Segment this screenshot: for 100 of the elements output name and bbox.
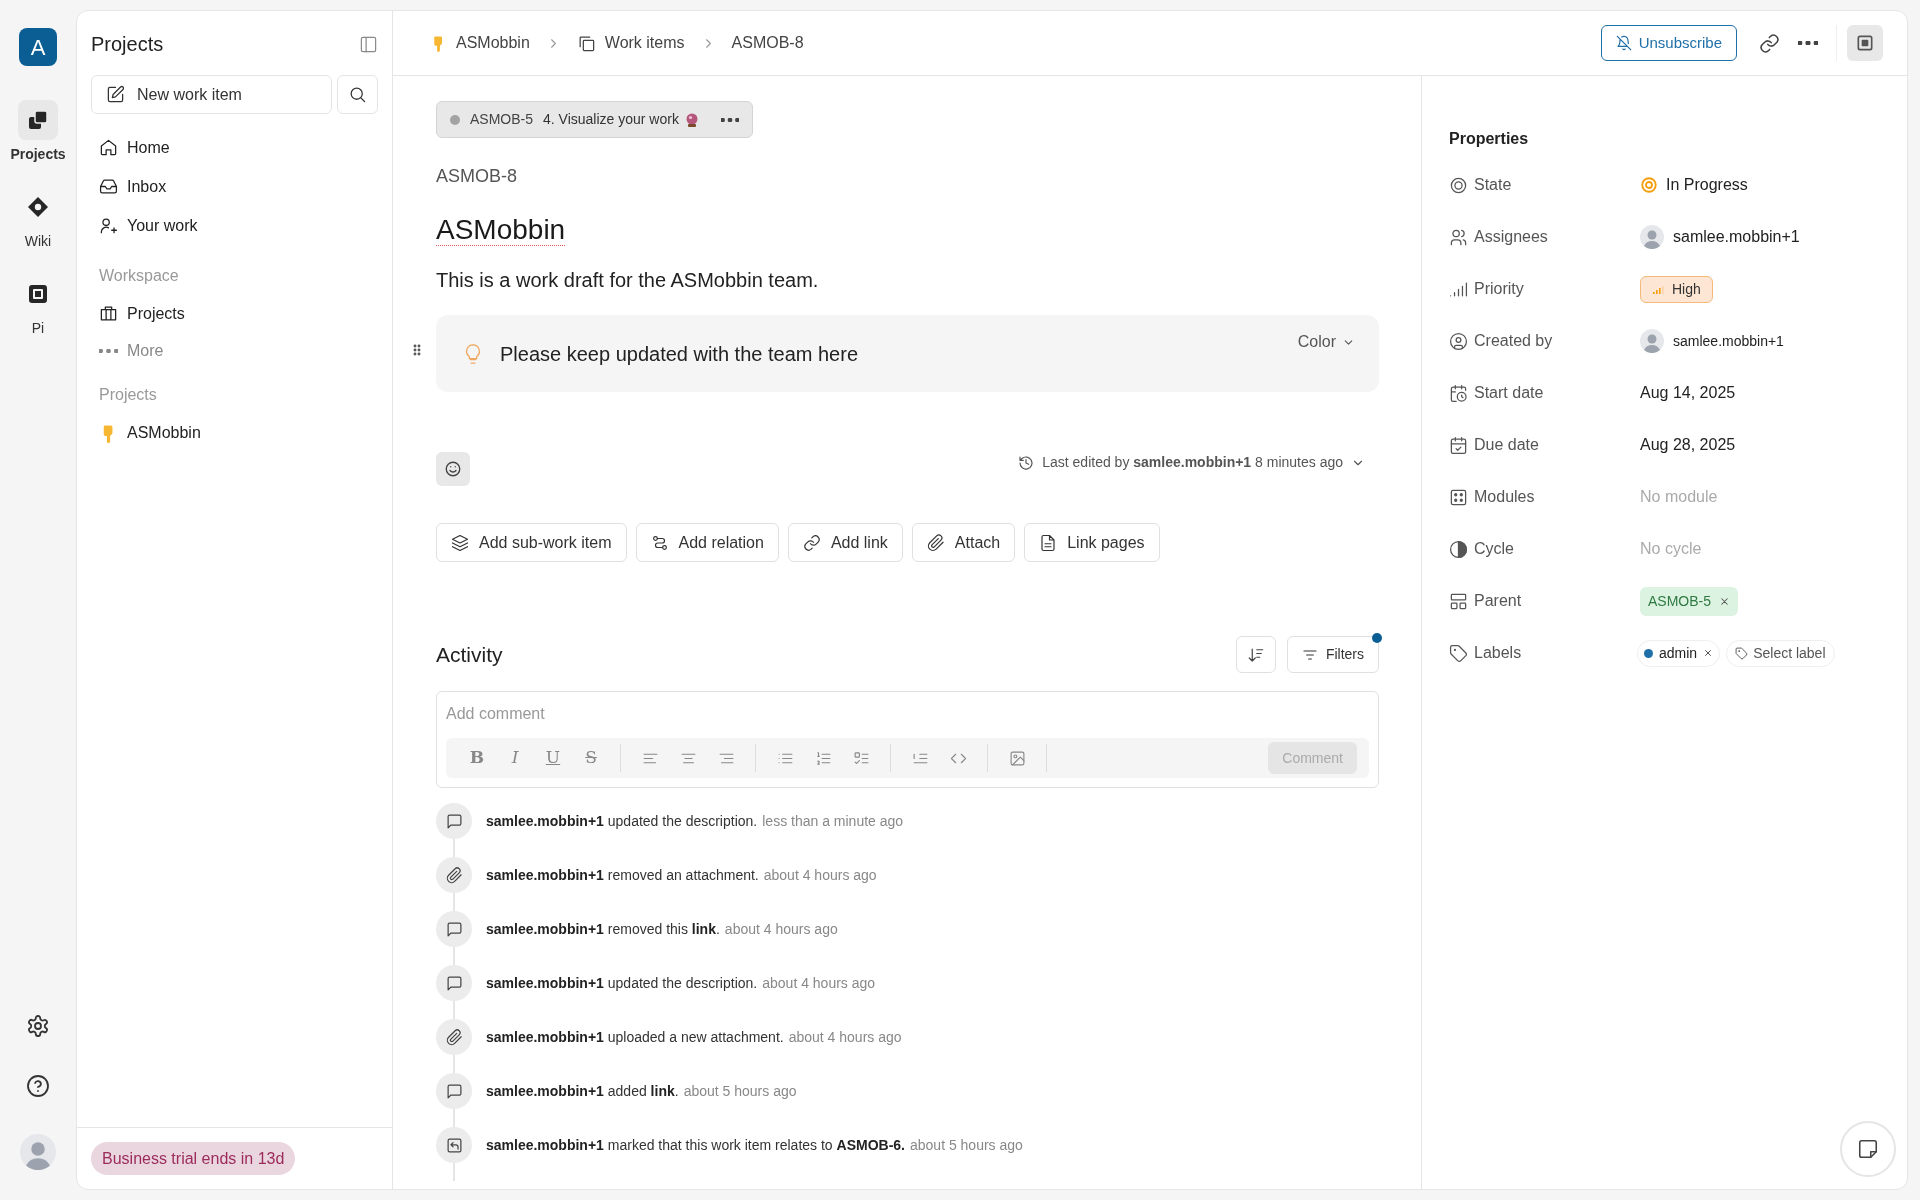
property-label: Priority xyxy=(1474,279,1524,299)
state-icon xyxy=(1449,175,1468,195)
crystal-ball-icon xyxy=(684,112,699,127)
sidebar-nav-item[interactable]: More xyxy=(91,332,378,369)
relation-icon xyxy=(445,1136,463,1154)
property-label: Created by xyxy=(1474,331,1553,351)
breadcrumb-link[interactable]: Work items xyxy=(576,31,685,55)
briefcase-icon xyxy=(99,304,118,323)
collapse-sidebar-button[interactable] xyxy=(359,34,378,54)
action-button[interactable]: Attach xyxy=(911,523,1016,562)
sidebar-nav-item[interactable]: Projects xyxy=(91,295,378,332)
half-circle-icon xyxy=(1449,539,1468,559)
checklist-icon xyxy=(852,749,870,767)
home-icon xyxy=(99,138,118,157)
smiley-icon xyxy=(444,460,462,478)
date-picker[interactable]: Aug 28, 2025 xyxy=(1640,433,1736,457)
activity-text: samlee.mobbin+1 marked that this work item relates to ASMOB-6. xyxy=(486,1135,905,1155)
activity-text: samlee.mobbin+1 updated the description. xyxy=(486,811,758,831)
workspace-logo[interactable]: A xyxy=(19,28,57,66)
sidebar-nav-item[interactable]: Inbox xyxy=(91,167,378,206)
avatar xyxy=(1640,225,1664,249)
date-picker[interactable]: Aug 14, 2025 xyxy=(1640,381,1736,405)
new-work-item-button[interactable]: New work item xyxy=(91,75,332,114)
search-button[interactable] xyxy=(337,75,378,114)
add-reaction-button[interactable] xyxy=(436,452,470,486)
sidebar-nav-item[interactable]: Home xyxy=(91,128,378,167)
speech-bubble-icon xyxy=(445,920,463,938)
activity-text: samlee.mobbin+1 updated the description. xyxy=(486,973,758,993)
rail-nav-label: Projects xyxy=(10,145,66,164)
section-heading: Projects xyxy=(99,385,157,405)
more-button[interactable] xyxy=(720,117,739,122)
property-label: Due date xyxy=(1474,435,1539,455)
properties-title: Properties xyxy=(1449,129,1529,149)
filters-button[interactable]: Filters xyxy=(1286,636,1379,673)
help-icon xyxy=(26,1074,50,1098)
rail-nav-button[interactable] xyxy=(18,100,58,140)
square-icon xyxy=(1855,33,1875,53)
action-button[interactable]: Link pages xyxy=(1024,523,1160,562)
action-button[interactable]: Add relation xyxy=(635,523,779,562)
unsubscribe-button[interactable]: Unsubscribe xyxy=(1600,25,1737,61)
user-dropdown[interactable]: samlee.mobbin+1 xyxy=(1640,329,1784,353)
bell-off-icon xyxy=(1615,35,1632,51)
history-icon xyxy=(1018,454,1035,471)
parent-id: ASMOB-5 xyxy=(470,110,533,129)
breadcrumb-link[interactable]: ASMobbin xyxy=(430,31,530,55)
edit-icon xyxy=(106,85,125,104)
activity-time: about 4 hours ago xyxy=(788,1027,902,1047)
signal-bars-icon xyxy=(1652,283,1664,295)
calendar-clock-icon xyxy=(1449,383,1468,403)
work-item-id: ASMOB-8 xyxy=(436,166,518,186)
speech-bubble-icon xyxy=(445,812,463,830)
users-icon xyxy=(1449,227,1468,247)
activity-time: about 5 hours ago xyxy=(910,1135,1023,1155)
search-icon xyxy=(348,85,367,104)
grid-icon xyxy=(1449,487,1468,507)
relation-icon xyxy=(650,533,669,552)
parent-tag[interactable]: ASMOB-5 xyxy=(1640,586,1738,616)
panel-toggle-button[interactable] xyxy=(1847,25,1883,61)
tag-icon xyxy=(1735,646,1749,660)
note-icon xyxy=(1857,1138,1879,1160)
avatar xyxy=(1640,329,1664,353)
action-button[interactable]: Add sub-work item xyxy=(436,523,627,562)
projects-icon xyxy=(26,108,50,132)
activity-text: samlee.mobbin+1 removed this link. xyxy=(486,919,720,939)
trial-badge[interactable]: Business trial ends in 13d xyxy=(91,1142,296,1175)
close-icon xyxy=(1719,595,1730,607)
sort-button[interactable] xyxy=(1235,636,1276,673)
work-item-title[interactable]: ASMobbin xyxy=(436,214,566,245)
diamond-icon xyxy=(26,195,50,219)
callout-text: Please keep updated with the team here xyxy=(500,341,859,367)
property-label: Parent xyxy=(1474,591,1522,611)
more-icon xyxy=(1798,41,1818,45)
activity-text: samlee.mobbin+1 added link. xyxy=(486,1081,679,1101)
sidebar-nav-item[interactable]: Your work xyxy=(91,206,378,245)
link-icon xyxy=(802,533,821,552)
parent-chip[interactable]: ASMOB-5 4. Visualize your work xyxy=(436,101,753,138)
paperclip-icon xyxy=(445,1028,463,1046)
square-icon xyxy=(26,282,50,306)
paperclip-icon xyxy=(445,866,463,884)
property-label: Modules xyxy=(1474,487,1535,507)
layout-icon xyxy=(1449,591,1468,611)
parent-title: 4. Visualize your work xyxy=(543,110,679,129)
breadcrumb-link[interactable]: ASMOB-8 xyxy=(731,31,804,55)
property-label: State xyxy=(1474,175,1512,195)
document-icon xyxy=(1039,533,1058,552)
copy-link-button[interactable] xyxy=(1759,32,1780,54)
inbox-icon xyxy=(99,177,118,196)
project-item[interactable]: ASMobbin xyxy=(91,414,378,452)
user-dropdown[interactable]: samlee.mobbin+1 xyxy=(1640,225,1800,249)
state-dropdown[interactable]: In Progress xyxy=(1640,173,1748,197)
action-button[interactable]: Add link xyxy=(787,523,903,562)
layers-icon xyxy=(451,533,469,552)
priority-badge[interactable]: High xyxy=(1640,275,1713,303)
calendar-check-icon xyxy=(1449,435,1468,455)
more-icon xyxy=(99,348,118,353)
more-icon xyxy=(720,117,739,122)
link-icon xyxy=(1759,32,1780,54)
color-dropdown[interactable]: Color xyxy=(1297,330,1355,354)
sort-icon xyxy=(1246,645,1265,664)
more-button[interactable] xyxy=(1798,41,1818,45)
